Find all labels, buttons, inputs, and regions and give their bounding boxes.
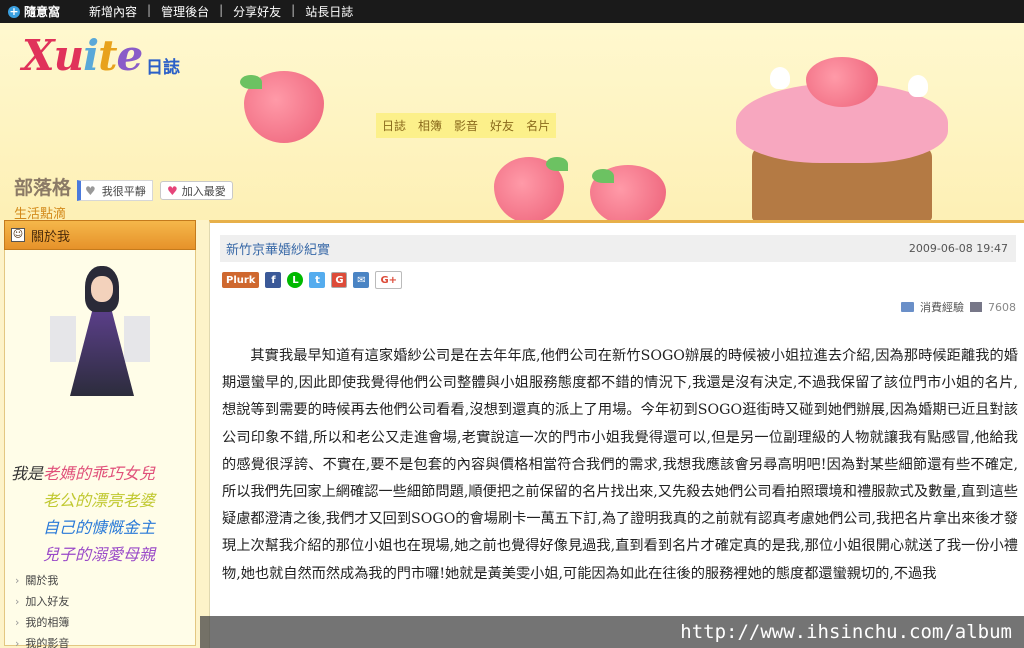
sidebar-links: 關於我 加入好友 我的相簿 我的影音 — [15, 570, 69, 648]
about-quote: 我是老媽的乖巧女兒 — [11, 464, 156, 483]
leaf-decor — [240, 75, 262, 89]
post-meta: 消費經驗 7608 — [901, 299, 1016, 315]
google-share-button[interactable]: G — [331, 272, 348, 288]
wing-decor — [50, 316, 76, 362]
post-body: 其實我最早知道有這家婚紗公司是在去年年底,他們公司在新竹SOGO辦展的時候被小姐… — [222, 348, 1018, 582]
about-me-header: ☺ 關於我 — [4, 220, 196, 250]
blog-nav: 日誌 相簿 影音 好友 名片 — [376, 113, 557, 138]
separator: | — [147, 3, 152, 17]
view-count: 7608 — [988, 300, 1016, 314]
about-quote: 自己的慷慨金主 — [43, 518, 156, 537]
nav-item-video[interactable]: 影音 — [454, 117, 478, 134]
avatar — [50, 266, 150, 406]
separator: | — [291, 3, 296, 17]
watermark: http://www.ihsinchu.com/album — [200, 616, 1024, 648]
sidebar-link-about[interactable]: 關於我 — [15, 570, 69, 591]
monitor-icon — [970, 302, 982, 312]
plus-icon: + — [8, 4, 20, 18]
nav-item-album[interactable]: 相簿 — [418, 117, 442, 134]
brand-link[interactable]: + 隨意窩 — [0, 3, 84, 20]
sidebar-link-add-friend[interactable]: 加入好友 — [15, 591, 69, 612]
leaf-decor — [546, 157, 568, 171]
cream-decor — [908, 75, 928, 97]
separator: | — [219, 3, 224, 17]
nav-item-card[interactable]: 名片 — [526, 117, 550, 134]
sidebar: ☺ 關於我 我是老媽的乖巧女兒 老公的漂亮老婆 自己的慷慨金主 兒子的溺愛母親 … — [4, 220, 196, 648]
email-share-button[interactable]: ✉ — [353, 272, 370, 288]
xuite-logo[interactable]: Xuite — [22, 31, 143, 80]
facebook-share-button[interactable]: f — [265, 272, 282, 288]
user-icon: ☺ — [11, 228, 25, 242]
add-favorite-label: 加入最愛 — [181, 184, 226, 198]
share-bar: Plurk f L t G ✉ G+ — [222, 271, 403, 289]
leaf-decor — [592, 169, 614, 183]
mood-label: 我很平靜 — [101, 184, 146, 198]
add-favorite-button[interactable]: ♥ 加入最愛 — [160, 181, 233, 200]
blog-title: 部落格 — [14, 177, 72, 199]
blog-subtitle: 生活點滴 — [14, 207, 67, 220]
top-link-log[interactable]: 站長日誌 — [300, 3, 358, 20]
post-title[interactable]: 新竹京華婚紗紀實 — [226, 239, 330, 258]
nav-item-blog[interactable]: 日誌 — [382, 117, 406, 134]
sidebar-link-video[interactable]: 我的影音 — [15, 633, 69, 648]
plurk-share-button[interactable]: Plurk — [222, 272, 260, 288]
cream-decor — [770, 67, 790, 89]
post-date: 2009-06-08 19:47 — [908, 242, 1008, 255]
heart-icon: ♥ — [85, 183, 96, 198]
top-bar: + 隨意窩 新增內容 | 管理後台 | 分享好友 | 站長日誌 — [0, 0, 1024, 23]
logo-subtitle: 日誌 — [146, 58, 180, 78]
blog-header: Xuite 日誌 日誌 相簿 影音 好友 名片 部落格 ♥ 我很平靜 ♥ 加入最… — [0, 23, 1024, 220]
about-me-panel: 我是老媽的乖巧女兒 老公的漂亮老婆 自己的慷慨金主 兒子的溺愛母親 關於我 加入… — [4, 250, 196, 648]
wing-decor — [124, 316, 150, 362]
nav-item-friends[interactable]: 好友 — [490, 117, 514, 134]
line-share-button[interactable]: L — [287, 272, 304, 288]
brand-label: 隨意窩 — [24, 5, 61, 19]
sidebar-link-album[interactable]: 我的相簿 — [15, 612, 69, 633]
post-header: 新竹京華婚紗紀實 2009-06-08 19:47 — [220, 235, 1016, 262]
about-quote: 老公的漂亮老婆 — [43, 491, 156, 510]
twitter-share-button[interactable]: t — [309, 272, 326, 288]
mood-badge[interactable]: ♥ 我很平靜 — [77, 180, 153, 201]
main-content: 新竹京華婚紗紀實 2009-06-08 19:47 Plurk f L t G … — [209, 220, 1024, 648]
top-links: 新增內容 | 管理後台 | 分享好友 | 站長日誌 — [84, 3, 358, 20]
top-link-share[interactable]: 分享好友 — [228, 3, 286, 20]
top-link-admin[interactable]: 管理後台 — [156, 3, 214, 20]
avatar-face — [91, 276, 113, 302]
about-quote: 兒子的溺愛母親 — [43, 545, 156, 564]
about-me-title: 關於我 — [31, 229, 71, 245]
google-plus-share-button[interactable]: G+ — [375, 271, 403, 289]
post-category[interactable]: 消費經驗 — [920, 299, 964, 315]
folder-icon — [901, 302, 914, 312]
top-link-new[interactable]: 新增內容 — [84, 3, 142, 20]
heart-icon: ♥ — [167, 183, 178, 198]
